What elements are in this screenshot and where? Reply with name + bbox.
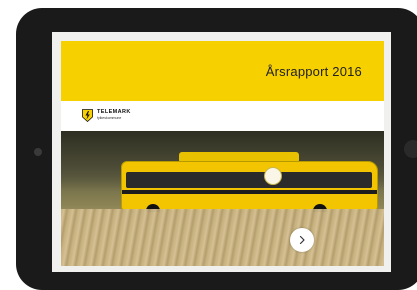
- report-title: Årsrapport 2016: [265, 64, 362, 79]
- home-button[interactable]: [404, 140, 417, 158]
- cover-photo: [61, 131, 384, 266]
- bus-emblem: [264, 167, 282, 185]
- next-button[interactable]: [290, 228, 314, 252]
- page: Årsrapport 2016 TELEMARK fylkeskommune: [0, 0, 417, 290]
- logo-strip: TELEMARK fylkeskommune: [61, 101, 384, 131]
- chevron-right-icon: [299, 235, 305, 245]
- lightning-shield-icon: [82, 109, 93, 122]
- bus-windows: [126, 172, 372, 188]
- tablet-screen: Årsrapport 2016 TELEMARK fylkeskommune: [52, 32, 391, 272]
- logo-subtitle: fylkeskommune: [97, 116, 122, 120]
- wheat-field: [61, 209, 384, 266]
- logo-name: TELEMARK: [97, 109, 131, 115]
- report-banner: Årsrapport 2016: [61, 41, 384, 101]
- bus-stripe: [122, 190, 377, 194]
- camera-dot: [34, 148, 42, 156]
- bus: [121, 161, 378, 211]
